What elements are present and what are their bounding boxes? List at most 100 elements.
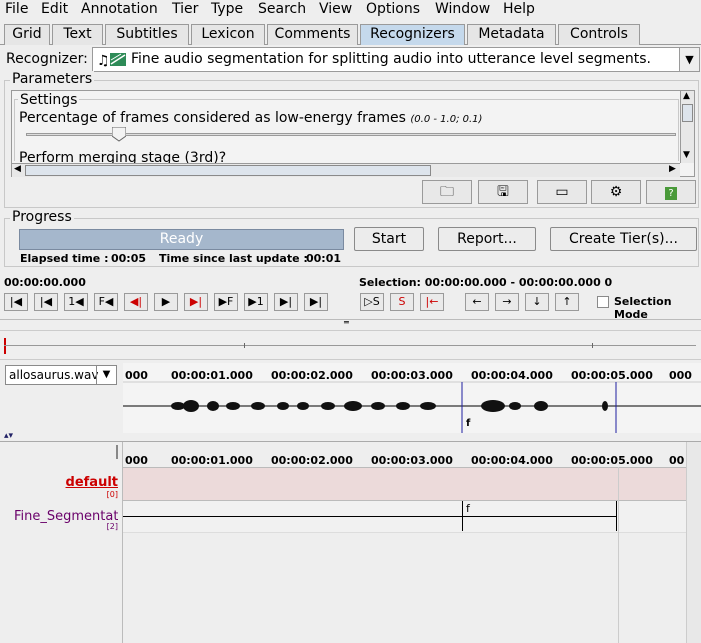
create-tiers-button[interactable]: Create Tier(s)...	[550, 227, 697, 251]
menu-window[interactable]: Window	[435, 1, 490, 17]
menu-edit[interactable]: Edit	[41, 1, 68, 17]
overview-strip[interactable]	[0, 330, 701, 360]
start-button[interactable]: Start	[354, 227, 424, 251]
go-to-end-button[interactable]: ▶|	[304, 293, 328, 311]
scroll-down-icon[interactable]: ▼	[683, 150, 690, 160]
selection-play-button[interactable]: ▷S	[360, 293, 384, 311]
elapsed-time-label: Elapsed time :	[20, 252, 109, 265]
tab-grid[interactable]: Grid	[4, 24, 50, 45]
tier-name-default[interactable]: default	[66, 475, 118, 490]
selection-readout: Selection: 00:00:00.000 - 00:00:00.000 0	[359, 276, 613, 289]
overview-tick	[592, 343, 593, 348]
timeline-ruler-label: 00	[669, 454, 685, 467]
tier-track-default[interactable]	[123, 467, 686, 500]
tier-tracks[interactable]: 000 00:00:01.000 00:00:02.000 00:00:03.0…	[123, 442, 701, 643]
tab-controls[interactable]: Controls	[558, 24, 640, 45]
second-back-icon: 1◀	[68, 295, 84, 308]
annotation-boundary[interactable]	[462, 501, 463, 531]
play-button[interactable]: ▶	[154, 293, 178, 311]
vertical-scroll-thumb[interactable]	[682, 104, 693, 122]
selection-back-icon: ◀|	[129, 295, 143, 308]
tab-subtitles[interactable]: Subtitles	[105, 24, 189, 45]
next-annotation-button[interactable]: →	[495, 293, 519, 311]
next-scroll-button[interactable]: ▶F	[214, 293, 238, 311]
tab-recognizers[interactable]: Recognizers	[360, 24, 465, 45]
elapsed-time-value: 00:05	[111, 252, 147, 265]
time-since-update-value: 00:01	[306, 252, 342, 265]
menu-file[interactable]: File	[5, 1, 28, 17]
menu-tier[interactable]: Tier	[172, 1, 198, 17]
annotation-above-button[interactable]: ↑	[555, 293, 579, 311]
chevron-down-icon[interactable]: ▼	[96, 366, 116, 384]
horizontal-scroll-thumb[interactable]	[25, 165, 431, 176]
splitter-handle-icon[interactable]: ═	[344, 318, 349, 327]
low-energy-slider-thumb[interactable]	[111, 126, 127, 142]
selection-begin-button[interactable]: |←	[420, 293, 444, 311]
scroll-right-icon[interactable]: ▶	[669, 164, 676, 174]
selection-forward-icon: ▶|	[189, 295, 203, 308]
scroll-up-icon[interactable]: ▲	[683, 91, 690, 101]
tab-metadata[interactable]: Metadata	[467, 24, 556, 45]
vertical-scrollbar[interactable]: ▲ ▼	[680, 91, 694, 163]
recognizer-select[interactable]: ♫ Fine audio segmentation for splitting …	[92, 47, 700, 72]
play-selection-back-button[interactable]: ◀|	[124, 293, 148, 311]
svg-text:♫: ♫	[97, 53, 110, 68]
clear-selection-button[interactable]: S	[390, 293, 414, 311]
next-frame-button[interactable]: ▶|	[274, 293, 298, 311]
menu-type[interactable]: Type	[211, 1, 243, 17]
tab-text[interactable]: Text	[52, 24, 103, 45]
prev-annotation-button[interactable]: ←	[465, 293, 489, 311]
recognizer-label: Recognizer:	[6, 51, 88, 67]
tier-name-fine-segmentation[interactable]: Fine_Segmentati	[14, 509, 118, 524]
menu-help[interactable]: Help	[503, 1, 535, 17]
annotation-label[interactable]: f	[466, 502, 470, 515]
timeline-vertical-scrollbar[interactable]	[686, 442, 701, 643]
open-folder-button[interactable]: 🗀	[422, 180, 472, 204]
collapse-icon[interactable]: ▴▾	[4, 431, 13, 441]
arrow-down-icon: ↓	[532, 295, 542, 308]
chevron-down-icon[interactable]: ▼	[679, 48, 699, 71]
tier-label-column: default [0] Fine_Segmentati [2]	[0, 442, 123, 643]
recognizer-selected-value: Fine audio segmentation for splitting au…	[131, 51, 651, 67]
menu-bar: File Edit Annotation Tier Type Search Vi…	[0, 0, 701, 22]
save-button[interactable]: 🖫	[478, 180, 528, 204]
horizontal-scrollbar[interactable]: ◀ ▶	[12, 163, 680, 177]
scroll-left-icon[interactable]: ◀	[14, 164, 21, 174]
configure-button[interactable]: ⚙	[591, 180, 641, 204]
param-merging-label: Perform merging stage (3rd)?	[19, 150, 227, 164]
previous-frame-button[interactable]: |◀	[34, 293, 58, 311]
menu-annotation[interactable]: Annotation	[81, 1, 158, 17]
timeline-viewer[interactable]: default [0] Fine_Segmentati [2] 000 00:0…	[0, 441, 701, 643]
folder-icon: 🗀	[440, 184, 454, 200]
column-resize-handle[interactable]	[116, 445, 118, 459]
progress-title: Progress	[10, 209, 74, 225]
annotation-below-button[interactable]: ↓	[525, 293, 549, 311]
previous-second-button[interactable]: 1◀	[64, 293, 88, 311]
go-to-begin-button[interactable]: |◀	[4, 293, 28, 311]
tab-comments[interactable]: Comments	[267, 24, 358, 45]
step-back-icon: |◀	[39, 295, 53, 308]
skip-start-icon: |◀	[9, 295, 23, 308]
audio-file-select[interactable]: allosaurus.wav ▼	[5, 365, 117, 385]
waveform-viewer[interactable]: allosaurus.wav ▼ 000 00:00:01.000 00:00:…	[0, 363, 701, 433]
report-button[interactable]: Report...	[438, 227, 536, 251]
next-second-button[interactable]: ▶1	[244, 293, 268, 311]
previous-scroll-button[interactable]: F◀	[94, 293, 118, 311]
progress-bar: Ready	[19, 229, 344, 250]
annotation-boundary[interactable]	[616, 501, 617, 531]
splitter[interactable]	[0, 319, 701, 320]
tier-track-fine-segmentation[interactable]: f	[123, 501, 686, 532]
tab-lexicon[interactable]: Lexicon	[191, 24, 265, 45]
restore-button[interactable]: ▭	[537, 180, 587, 204]
selection-mode-checkbox[interactable]	[597, 296, 609, 308]
timeline-ruler-label: 00:00:04.000	[471, 454, 553, 467]
menu-options[interactable]: Options	[366, 1, 420, 17]
help-icon: ?	[665, 187, 677, 200]
selection-mode-label: Selection Mode	[614, 295, 672, 321]
menu-view[interactable]: View	[319, 1, 352, 17]
current-time: 00:00:00.000	[4, 276, 86, 289]
waveform-area[interactable]: 000 00:00:01.000 00:00:02.000 00:00:03.0…	[123, 363, 701, 433]
help-button[interactable]: ?	[646, 180, 696, 204]
play-selection-button[interactable]: ▶|	[184, 293, 208, 311]
menu-search[interactable]: Search	[258, 1, 306, 17]
